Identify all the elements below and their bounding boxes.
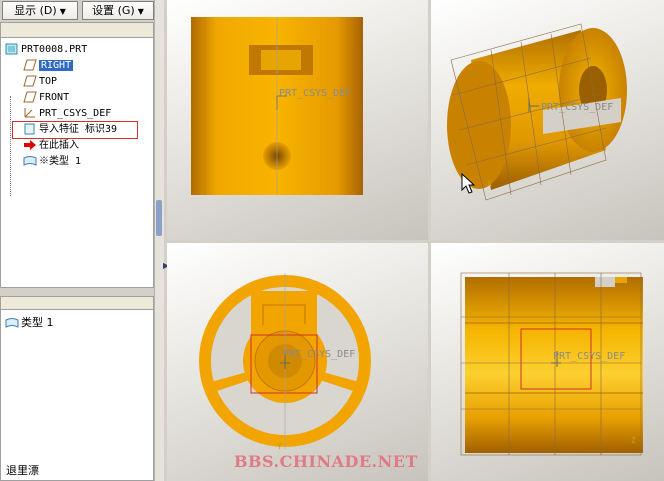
tree-item-insert-here[interactable]: 在此插入: [23, 139, 79, 153]
csys-label: PRT_CSYS_DEF: [541, 102, 614, 113]
tree-connector-line: [10, 96, 11, 196]
end-view-model: Y: [199, 273, 371, 452]
viewport-isometric[interactable]: X PRT_CSYS_DEF: [431, 0, 664, 240]
tree-item-label: ※类型 1: [39, 156, 82, 167]
panel-scrollbar[interactable]: [154, 0, 164, 481]
model-tree[interactable]: PRT0008.PRT RIGHT TOP FRONT PRT_CSYS_DEF: [0, 38, 154, 288]
tree-item-front[interactable]: FRONT: [23, 91, 69, 105]
part-body: [465, 277, 643, 453]
show-menu-label: 显示 (D): [14, 4, 57, 17]
show-menu-button[interactable]: 显示 (D) ▼: [2, 1, 78, 20]
front-view-model: [191, 17, 363, 195]
layer-panel[interactable]: 类型 1: [0, 310, 154, 481]
datum-plane-icon: [23, 75, 37, 87]
chevron-down-icon: ▼: [59, 7, 66, 16]
csys-label: PRT_CSYS_DEF: [283, 349, 356, 360]
insert-here-arrow-icon: [23, 139, 37, 151]
layer-icon: [5, 317, 19, 329]
viewport-top-view[interactable]: Z PRT_CSYS_DEF: [431, 243, 664, 481]
tree-item-label: RIGHT: [39, 60, 74, 71]
svg-text:Y: Y: [277, 442, 283, 452]
chevron-down-icon: ▼: [137, 7, 144, 16]
viewport-right-view[interactable]: Y PRT_CSYS_DEF: [167, 243, 428, 481]
layer-icon: [23, 155, 37, 167]
settings-menu-button[interactable]: 设置 (G) ▼: [82, 1, 154, 20]
viewport-front[interactable]: PRT_CSYS_DEF: [167, 0, 428, 240]
tree-item-label: PRT0008.PRT: [21, 44, 88, 55]
isometric-view-model: X: [447, 23, 627, 201]
settings-menu-label: 设置 (G): [92, 4, 135, 17]
layer-item-label: 类型 1: [21, 316, 54, 329]
datum-plane-icon: [23, 59, 37, 71]
tree-item-label: TOP: [39, 76, 58, 87]
tree-item-label: FRONT: [39, 92, 70, 103]
sash-grip-handle[interactable]: [156, 200, 162, 236]
tree-item-label: 在此插入: [39, 140, 79, 151]
graphics-area[interactable]: PRT_CSYS_DEF X PRT_CSYS_DEF Y PRT_CSYS_D…: [167, 0, 664, 481]
layer-list-item[interactable]: 类型 1: [5, 316, 54, 330]
highlight-box: [12, 121, 138, 139]
datum-plane-icon: [23, 91, 37, 103]
tree-item-label: PRT_CSYS_DEF: [39, 108, 112, 119]
tree-item-top[interactable]: TOP: [23, 75, 57, 89]
top-view-model: Z: [460, 272, 643, 456]
tree-item-layer[interactable]: ※类型 1: [23, 155, 81, 169]
tree-item-csys[interactable]: PRT_CSYS_DEF: [23, 107, 111, 121]
layer-panel-header: [0, 296, 154, 310]
part-icon: [5, 43, 19, 55]
mouse-cursor-icon: [461, 173, 475, 194]
watermark-text: BBS.CHINADE.NET: [234, 452, 418, 471]
model-tree-header: [0, 22, 154, 38]
status-text: 退里漂: [6, 464, 39, 477]
csys-label: PRT_CSYS_DEF: [553, 351, 626, 362]
axis-marker: X: [487, 179, 492, 188]
tree-item-part[interactable]: PRT0008.PRT: [5, 43, 87, 57]
left-panel: 显示 (D) ▼ 设置 (G) ▼ PRT0008.PRT RIGHT TOP FR…: [0, 0, 157, 481]
svg-text:Z: Z: [631, 436, 636, 445]
tree-item-right[interactable]: RIGHT: [23, 59, 74, 73]
csys-label: PRT_CSYS_DEF: [279, 88, 352, 99]
csys-icon: [23, 107, 37, 119]
